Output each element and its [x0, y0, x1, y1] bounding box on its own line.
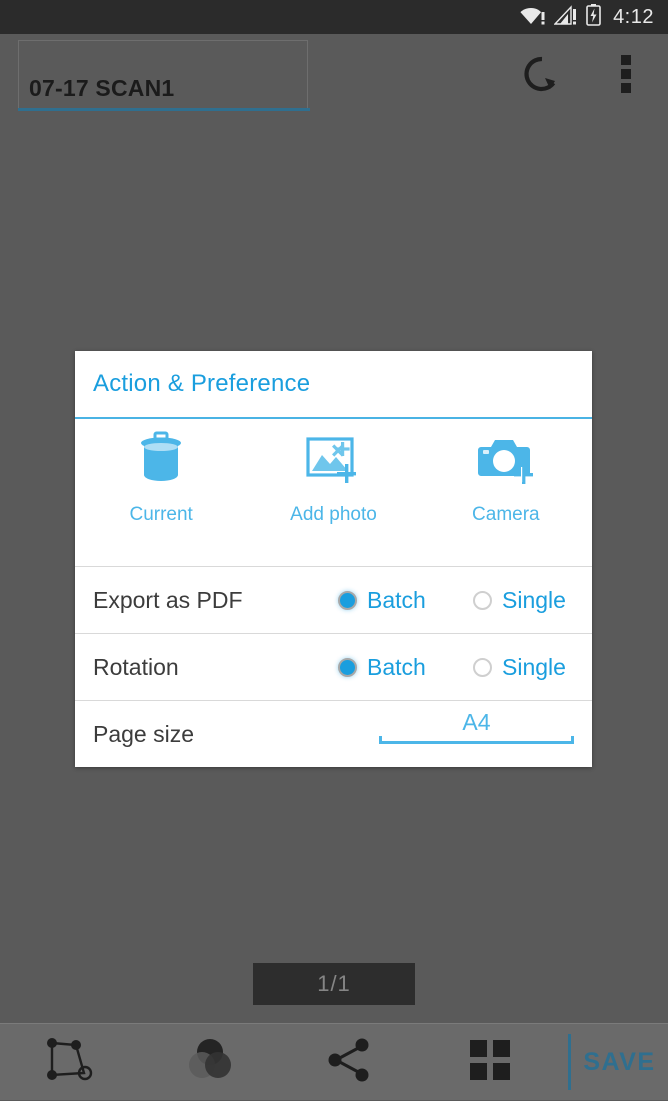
- color-filter-button[interactable]: [140, 1024, 280, 1101]
- save-button-label: SAVE: [583, 1047, 656, 1076]
- add-photo-icon: [304, 431, 362, 494]
- action-add-photo[interactable]: Add photo: [247, 419, 419, 526]
- pref-label-export-as-pdf: Export as PDF: [93, 586, 243, 613]
- radio-rotation-single-label: Single: [502, 653, 566, 680]
- overflow-menu-button[interactable]: [584, 34, 668, 118]
- radio-selected-icon: [338, 657, 357, 677]
- action-camera[interactable]: Camera: [420, 419, 592, 526]
- color-filter-icon: [185, 1035, 235, 1090]
- cellular-warning-icon: [553, 4, 578, 30]
- wifi-warning-icon: [520, 5, 546, 30]
- action-add-photo-label: Add photo: [290, 504, 377, 525]
- radio-export-single[interactable]: Single: [473, 587, 608, 614]
- page-indicator-text: 1/1: [317, 971, 351, 996]
- battery-charging-icon: [586, 3, 601, 31]
- share-icon: [324, 1035, 376, 1090]
- pref-label-rotation: Rotation: [93, 653, 179, 680]
- radio-unselected-icon: [473, 657, 492, 677]
- save-button[interactable]: SAVE: [571, 1048, 668, 1077]
- action-camera-label: Camera: [472, 504, 540, 525]
- dialog-action-row: Current Add photo Camera: [75, 419, 592, 567]
- radio-export-batch-label: Batch: [367, 586, 426, 613]
- radio-unselected-icon: [473, 590, 492, 610]
- overflow-menu-icon: [620, 53, 632, 100]
- radio-selected-icon: [338, 590, 357, 610]
- share-button[interactable]: [280, 1024, 420, 1101]
- page-size-underline: [379, 736, 574, 744]
- page-size-spinner[interactable]: A4: [379, 709, 574, 744]
- page-indicator: 1/1: [253, 963, 415, 1005]
- dialog-header: Action & Preference: [75, 351, 592, 419]
- document-title-text: 07-17 SCAN1: [29, 75, 175, 101]
- bottom-toolbar: SAVE: [0, 1023, 668, 1100]
- crop-button[interactable]: [0, 1024, 140, 1101]
- document-title-underline: [18, 108, 310, 111]
- radio-export-single-label: Single: [502, 586, 566, 613]
- trash-icon: [136, 431, 186, 494]
- app-bar-actions: [500, 34, 668, 118]
- pref-label-page-size: Page size: [93, 720, 195, 747]
- rotate-icon: [519, 51, 565, 102]
- radio-group-rotation: Batch Single: [338, 654, 608, 681]
- pref-row-export-as-pdf: Export as PDF Batch Single: [75, 567, 592, 634]
- crop-icon: [44, 1035, 96, 1090]
- radio-rotation-batch[interactable]: Batch: [338, 654, 473, 681]
- action-current-label: Current: [129, 504, 193, 525]
- status-bar: 4:12: [0, 0, 668, 34]
- app-bar: 07-17 SCAN1: [0, 34, 668, 118]
- grid-view-icon: [467, 1037, 513, 1088]
- document-title-input[interactable]: 07-17 SCAN1: [18, 40, 308, 110]
- radio-group-export-as-pdf: Batch Single: [338, 587, 608, 614]
- pref-row-page-size: Page size A4: [75, 701, 592, 767]
- grid-view-button[interactable]: [420, 1024, 560, 1101]
- camera-add-icon: [475, 431, 537, 494]
- action-preference-dialog: Action & Preference Current Add photo Ca…: [75, 351, 592, 767]
- radio-rotation-batch-label: Batch: [367, 653, 426, 680]
- radio-export-batch[interactable]: Batch: [338, 587, 473, 614]
- radio-rotation-single[interactable]: Single: [473, 654, 608, 681]
- action-current[interactable]: Current: [75, 419, 247, 526]
- page-size-value: A4: [462, 709, 491, 735]
- rotate-button[interactable]: [500, 34, 584, 118]
- dialog-title: Action & Preference: [93, 370, 311, 397]
- pref-row-rotation: Rotation Batch Single: [75, 634, 592, 701]
- status-bar-clock: 4:12: [613, 6, 654, 28]
